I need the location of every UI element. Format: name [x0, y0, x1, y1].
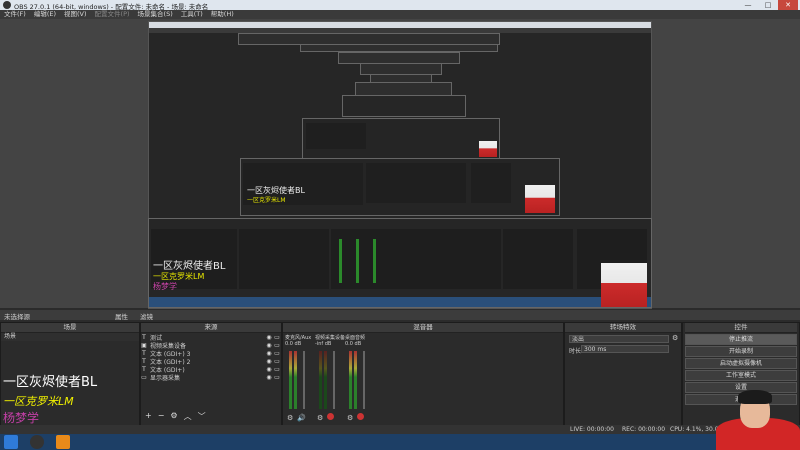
- window-controls: — □ ✕: [738, 0, 798, 10]
- obs-logo-icon: [3, 1, 11, 9]
- gear-icon[interactable]: ⚙: [672, 334, 678, 342]
- menu-scene-collection[interactable]: 场景集合(S): [138, 10, 173, 19]
- title-bar: OBS 27.0.1 (64-bit, windows) - 配置文件: 未命名…: [0, 0, 800, 11]
- webcam-overlay: [716, 388, 800, 450]
- source-toolbar: 未选择源 属性 滤镜: [0, 310, 800, 321]
- controls-dock-title: 控件: [685, 323, 797, 333]
- volume-slider[interactable]: [303, 351, 305, 409]
- speaker-icon[interactable]: 🔊: [297, 414, 306, 422]
- scenes-dock: 场景 场景 一区灰烬使者BL 一区克罗米LM 杨梦学: [0, 322, 140, 426]
- lock-icon[interactable]: ▭: [273, 358, 281, 365]
- lock-icon[interactable]: ▭: [273, 350, 281, 357]
- remove-icon[interactable]: −: [158, 411, 165, 422]
- obs-taskbar-icon[interactable]: [30, 435, 44, 449]
- gear-icon[interactable]: ⚙: [347, 414, 353, 422]
- volume-meter: [354, 351, 357, 409]
- eye-icon[interactable]: ◉: [265, 342, 273, 349]
- scene-item[interactable]: 场景: [1, 333, 139, 341]
- nested-window: [302, 118, 500, 160]
- volume-slider[interactable]: [333, 351, 335, 409]
- volume-meter: [324, 351, 327, 409]
- text-icon: T: [142, 349, 146, 357]
- rec-status: REC: 00:00:00: [622, 426, 666, 433]
- menu-help[interactable]: 帮助(H): [211, 10, 234, 19]
- minimize-button[interactable]: —: [738, 0, 758, 10]
- add-icon[interactable]: +: [145, 411, 152, 422]
- duration-input[interactable]: 300 ms: [581, 345, 669, 353]
- menu-tools[interactable]: 工具(T): [181, 10, 203, 19]
- mixer-channel: 视频采集设备 -inf dB ⚙: [315, 335, 346, 422]
- transitions-dock: 转场特效 淡出 ⚙ 时长 300 ms: [564, 322, 682, 426]
- monitor-icon: ▭: [141, 373, 147, 381]
- camera-icon: ▣: [141, 341, 147, 349]
- menu-profile[interactable]: 配置文件(P): [95, 10, 130, 19]
- move-up-icon[interactable]: ︿: [184, 411, 192, 422]
- gear-icon[interactable]: ⚙: [287, 414, 293, 422]
- move-down-icon[interactable]: ﹀: [198, 411, 206, 422]
- scenes-dock-title: 场景: [1, 323, 139, 333]
- lock-icon[interactable]: ▭: [273, 342, 281, 349]
- sources-dock-title: 来源: [141, 323, 281, 333]
- lock-icon[interactable]: ▭: [273, 366, 281, 373]
- nested-window-large: 一区灰烬使者BL 一区克罗米LM 杨梦学: [148, 218, 652, 308]
- gear-icon[interactable]: ⚙: [317, 414, 323, 422]
- properties-button[interactable]: 属性: [115, 311, 128, 321]
- filters-button[interactable]: 滤镜: [140, 311, 153, 321]
- lock-icon[interactable]: ▭: [273, 374, 281, 381]
- maximize-button[interactable]: □: [758, 0, 778, 10]
- sources-dock: 来源 T 测试 ◉ ▭ ▣ 视频采集设备 ◉ ▭ T 文本 (GDI+) 3 ◉ ▭ …: [140, 322, 282, 426]
- status-bar: LIVE: 00:00:00 REC: 00:00:00 CPU: 4.1%, …: [0, 425, 800, 434]
- mixer-dock: 混音器 麦克风/Aux 0.0 dB ⚙ 🔊 视频采集设备 -inf dB ⚙ …: [282, 322, 564, 426]
- overlay-line3: 杨梦学: [3, 411, 40, 425]
- overlay-line2: 一区克罗米LM: [3, 395, 74, 408]
- lock-icon[interactable]: ▭: [273, 334, 281, 341]
- volume-meter: [319, 351, 322, 409]
- nested-window: [300, 44, 498, 52]
- stop-streaming-button[interactable]: 停止推流: [685, 334, 797, 345]
- transitions-dock-title: 转场特效: [565, 323, 681, 333]
- close-button[interactable]: ✕: [778, 0, 798, 10]
- studio-mode-button[interactable]: 工作室模式: [685, 370, 797, 381]
- text-icon: T: [142, 333, 146, 341]
- menu-bar: 文件(F) 编辑(E) 视图(V) 配置文件(P) 场景集合(S) 工具(T) …: [0, 10, 800, 19]
- menu-file[interactable]: 文件(F): [4, 10, 26, 19]
- eye-icon[interactable]: ◉: [265, 358, 273, 365]
- menu-view[interactable]: 视图(V): [64, 10, 87, 19]
- gear-icon[interactable]: ⚙: [170, 411, 177, 422]
- taskbar: [0, 434, 800, 450]
- volume-meter: [349, 351, 352, 409]
- volume-meter: [294, 351, 297, 409]
- menu-edit[interactable]: 编辑(E): [34, 10, 56, 19]
- mixer-channel: 桌面音频 0.0 dB ⚙: [345, 335, 366, 422]
- hair: [738, 390, 772, 404]
- eye-icon[interactable]: ◉: [265, 334, 273, 341]
- volume-slider[interactable]: [363, 351, 365, 409]
- text-icon: T: [142, 357, 146, 365]
- nested-window: [355, 82, 452, 96]
- live-status: LIVE: 00:00:00: [570, 426, 614, 433]
- overlay-line1: 一区灰烬使者BL: [3, 375, 98, 390]
- nested-window: [342, 95, 466, 117]
- app-taskbar-icon[interactable]: [56, 435, 70, 449]
- no-source-label: 未选择源: [4, 313, 30, 321]
- eye-icon[interactable]: ◉: [265, 366, 273, 373]
- virtual-camera-button[interactable]: 启动虚拟摄像机: [685, 358, 797, 369]
- sources-toolbar: + − ⚙ ︿ ﹀: [141, 411, 206, 422]
- start-icon[interactable]: [4, 435, 18, 449]
- muted-icon[interactable]: [357, 413, 364, 420]
- nested-window: 一区灰烬使者BL 一区克罗米LM: [240, 158, 560, 216]
- transition-select[interactable]: 淡出: [569, 335, 669, 343]
- eye-icon[interactable]: ◉: [265, 350, 273, 357]
- duration-label: 时长: [569, 348, 582, 355]
- muted-icon[interactable]: [327, 413, 334, 420]
- eye-icon[interactable]: ◉: [265, 374, 273, 381]
- mixer-channel: 麦克风/Aux 0.0 dB ⚙ 🔊: [285, 335, 312, 422]
- start-recording-button[interactable]: 开始录制: [685, 346, 797, 357]
- source-item[interactable]: ▭ 显示器采集 ◉ ▭: [141, 373, 281, 382]
- volume-meter: [289, 351, 292, 409]
- text-icon: T: [142, 365, 146, 373]
- mixer-dock-title: 混音器: [283, 323, 563, 333]
